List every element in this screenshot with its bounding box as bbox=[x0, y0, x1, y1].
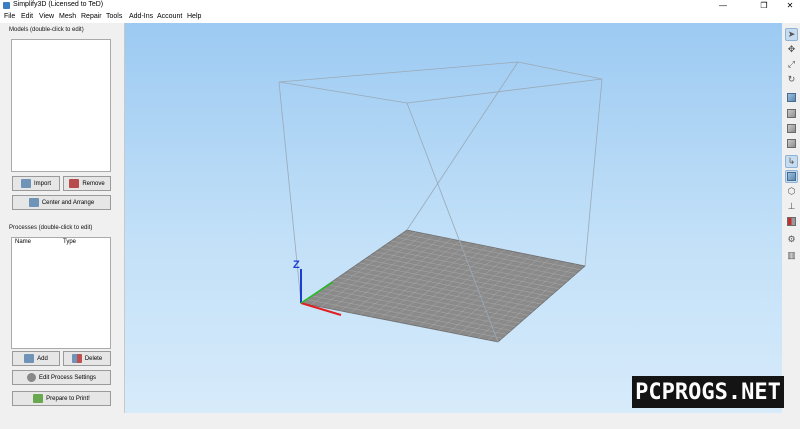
axes-toggle-icon[interactable]: ↳ bbox=[785, 155, 798, 168]
column-header-type[interactable]: Type bbox=[63, 239, 76, 245]
delete-icon bbox=[71, 354, 82, 363]
axis-z-label: Z bbox=[293, 259, 300, 271]
column-header-name[interactable]: Name bbox=[15, 239, 31, 245]
title-bar: Simplify3D (Licensed to TeD) — ❐ ✕ bbox=[0, 0, 800, 11]
supports-icon[interactable]: ▥ bbox=[785, 249, 798, 262]
rotate-icon[interactable]: ↻ bbox=[785, 73, 798, 86]
edit-process-label: Edit Process Settings bbox=[38, 374, 97, 381]
status-bar bbox=[0, 413, 800, 429]
view-default-icon[interactable] bbox=[785, 91, 798, 104]
remove-icon bbox=[69, 179, 80, 188]
app-logo-icon bbox=[3, 2, 10, 9]
menu-edit[interactable]: Edit bbox=[21, 13, 33, 20]
build-volume-scene: Z bbox=[278, 61, 603, 343]
menu-file[interactable]: File bbox=[4, 13, 15, 20]
import-button[interactable]: Import bbox=[12, 176, 60, 191]
settings-gear-icon[interactable]: ⚙ bbox=[785, 233, 798, 246]
watermark-badge: PCPROGS.NET bbox=[632, 376, 784, 408]
scale-icon[interactable]: ⤢ bbox=[785, 58, 798, 71]
add-icon bbox=[24, 354, 35, 363]
menu-view[interactable]: View bbox=[39, 13, 54, 20]
view-front-icon[interactable] bbox=[785, 107, 798, 120]
left-panel: Models (double-click to edit) Import Rem… bbox=[0, 23, 124, 413]
move-icon[interactable]: ✥ bbox=[785, 43, 798, 56]
import-icon bbox=[20, 179, 31, 188]
normals-icon[interactable]: ⊥ bbox=[785, 200, 798, 213]
delete-process-button[interactable]: Delete bbox=[63, 351, 111, 366]
edit-process-settings-button[interactable]: Edit Process Settings bbox=[12, 370, 111, 385]
center-arrange-icon bbox=[28, 198, 39, 207]
models-label: Models (double-click to edit) bbox=[9, 27, 84, 33]
add-label: Add bbox=[37, 355, 48, 362]
prepare-label: Prepare to Print! bbox=[46, 395, 90, 402]
menu-help[interactable]: Help bbox=[187, 13, 201, 20]
menu-mesh[interactable]: Mesh bbox=[59, 13, 76, 20]
select-arrow-icon[interactable]: ➤ bbox=[785, 28, 798, 41]
print-bed-grid bbox=[299, 229, 586, 343]
minimize-button[interactable]: — bbox=[712, 0, 734, 11]
center-arrange-label: Center and Arrange bbox=[41, 199, 95, 206]
add-process-button[interactable]: Add bbox=[12, 351, 60, 366]
cross-section-icon[interactable] bbox=[785, 215, 798, 228]
maximize-button[interactable]: ❐ bbox=[753, 0, 775, 11]
remove-label: Remove bbox=[82, 180, 105, 187]
prepare-to-print-button[interactable]: Prepare to Print! bbox=[12, 391, 111, 406]
menu-tools[interactable]: Tools bbox=[106, 13, 122, 20]
processes-list[interactable]: Name Type bbox=[11, 237, 111, 349]
delete-label: Delete bbox=[84, 355, 103, 362]
menu-repair[interactable]: Repair bbox=[81, 13, 102, 20]
view-top-icon[interactable] bbox=[785, 137, 798, 150]
view-toolbar: ➤ ✥ ⤢ ↻ ↳ ⬡ ⊥ ⚙ ▥ bbox=[782, 23, 800, 413]
view-side-icon[interactable] bbox=[785, 122, 798, 135]
menu-add-ins[interactable]: Add-Ins bbox=[129, 13, 153, 20]
print-icon bbox=[33, 394, 44, 403]
remove-button[interactable]: Remove bbox=[63, 176, 111, 191]
3d-viewport[interactable]: Z bbox=[124, 23, 782, 413]
window-title: Simplify3D (Licensed to TeD) bbox=[13, 1, 104, 8]
wireframe-icon[interactable]: ⬡ bbox=[785, 185, 798, 198]
center-arrange-button[interactable]: Center and Arrange bbox=[12, 195, 111, 210]
settings-icon bbox=[26, 373, 36, 382]
menu-bar: File Edit View Mesh Repair Tools Add-Ins… bbox=[0, 11, 800, 23]
bed-toggle-icon[interactable] bbox=[785, 170, 798, 183]
menu-account[interactable]: Account bbox=[157, 13, 182, 20]
models-list[interactable] bbox=[11, 39, 111, 172]
processes-label: Processes (double-click to edit) bbox=[9, 225, 93, 231]
import-label: Import bbox=[33, 180, 51, 187]
close-button[interactable]: ✕ bbox=[779, 0, 800, 11]
